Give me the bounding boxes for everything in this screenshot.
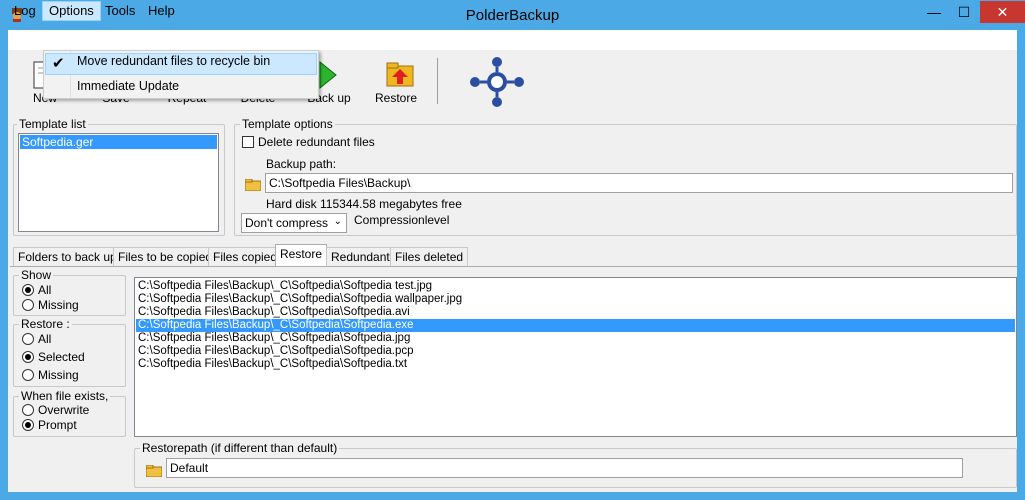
toolbar-separator: [437, 58, 438, 104]
file-list-item[interactable]: C:\Softpedia Files\Backup\_C\Softpedia\S…: [136, 293, 1015, 306]
prompt-radio[interactable]: [22, 419, 34, 431]
menu-options[interactable]: Options: [42, 1, 101, 21]
restore-file-list[interactable]: C:\Softpedia Files\Backup\_C\Softpedia\S…: [134, 277, 1017, 437]
delete-redundant-label: Delete redundant files: [258, 135, 375, 149]
menu-tools[interactable]: Tools: [99, 2, 141, 20]
show-missing-label: Missing: [38, 298, 79, 312]
tab-restore[interactable]: Restore: [275, 244, 328, 267]
file-list-item[interactable]: C:\Softpedia Files\Backup\_C\Softpedia\S…: [136, 345, 1015, 358]
maximize-button[interactable]: ☐: [950, 1, 978, 23]
restorepath-input[interactable]: Default: [166, 458, 963, 478]
file-list-item-selected[interactable]: C:\Softpedia Files\Backup\_C\Softpedia\S…: [136, 319, 1015, 332]
menu-bar: [8, 30, 1017, 50]
window-frame-left: [0, 30, 8, 500]
backup-path-input[interactable]: C:\Softpedia Files\Backup\: [265, 173, 1013, 193]
file-list-item[interactable]: C:\Softpedia Files\Backup\_C\Softpedia\S…: [136, 358, 1015, 371]
menu-log[interactable]: Log: [8, 2, 42, 20]
restorepath-folder-icon[interactable]: [145, 464, 163, 478]
restore-all-label: All: [38, 332, 52, 346]
template-listbox[interactable]: Softpedia.ger: [18, 133, 219, 232]
delete-redundant-checkbox[interactable]: [242, 136, 254, 148]
template-list-item[interactable]: Softpedia.ger: [20, 135, 217, 149]
window-frame-right: [1017, 30, 1025, 500]
restore-selected-label: Selected: [38, 350, 85, 364]
hard-disk-info: Hard disk 115344.58 megabytes free: [266, 197, 462, 211]
minimize-button[interactable]: —: [920, 1, 948, 23]
template-options-title: Template options: [240, 117, 335, 131]
show-all-radio[interactable]: [22, 284, 34, 296]
restore-icon[interactable]: [384, 60, 416, 90]
restore-all-radio[interactable]: [22, 333, 34, 345]
tab-folders-to-back-up[interactable]: Folders to back up: [13, 247, 122, 266]
tab-redundant[interactable]: Redundant: [326, 247, 395, 266]
tab-files-copied[interactable]: Files copied: [208, 247, 283, 266]
restore-missing-radio[interactable]: [22, 369, 34, 381]
close-button[interactable]: ✕: [980, 1, 1025, 23]
restorepath-title: Restorepath (if different than default): [140, 441, 340, 455]
file-list-item[interactable]: C:\Softpedia Files\Backup\_C\Softpedia\S…: [136, 332, 1015, 345]
template-list-title: Template list: [17, 117, 88, 131]
compression-label: Compressionlevel: [354, 213, 450, 227]
folder-icon[interactable]: [244, 178, 262, 192]
restore-group-title: Restore :: [19, 317, 72, 331]
show-group-title: Show: [19, 268, 54, 282]
chevron-down-icon: ⌄: [333, 216, 342, 227]
show-all-label: All: [38, 283, 52, 297]
restore-button-label[interactable]: Restore: [368, 91, 424, 105]
menu-item-move-redundant-label[interactable]: Move redundant files to recycle bin: [77, 54, 270, 68]
backup-arrow-icon[interactable]: [318, 60, 350, 90]
restore-missing-label: Missing: [38, 368, 79, 382]
options-dropdown-menu: ✔ Move redundant files to recycle bin Im…: [43, 50, 319, 99]
logo-icon: [467, 56, 527, 108]
restore-selected-radio[interactable]: [22, 351, 34, 363]
check-icon: ✔: [52, 55, 65, 72]
show-missing-radio[interactable]: [22, 299, 34, 311]
prompt-label: Prompt: [38, 418, 77, 432]
menu-item-immediate-update[interactable]: Immediate Update: [77, 79, 179, 93]
menu-help[interactable]: Help: [142, 2, 181, 20]
overwrite-label: Overwrite: [38, 403, 90, 417]
file-list-item[interactable]: C:\Softpedia Files\Backup\_C\Softpedia\S…: [136, 306, 1015, 319]
file-list-item[interactable]: C:\Softpedia Files\Backup\_C\Softpedia\S…: [136, 280, 1015, 293]
tab-files-deleted[interactable]: Files deleted: [390, 247, 469, 266]
compression-select[interactable]: Don't compress ⌄: [241, 213, 347, 233]
window-frame-bottom: [0, 492, 1025, 500]
backup-path-label: Backup path:: [266, 157, 337, 171]
when-file-exists-title: When file exists,: [19, 389, 111, 403]
tab-files-to-be-copied[interactable]: Files to be copied: [113, 247, 218, 266]
compression-select-value: Don't compress: [245, 216, 328, 230]
overwrite-radio[interactable]: [22, 404, 34, 416]
